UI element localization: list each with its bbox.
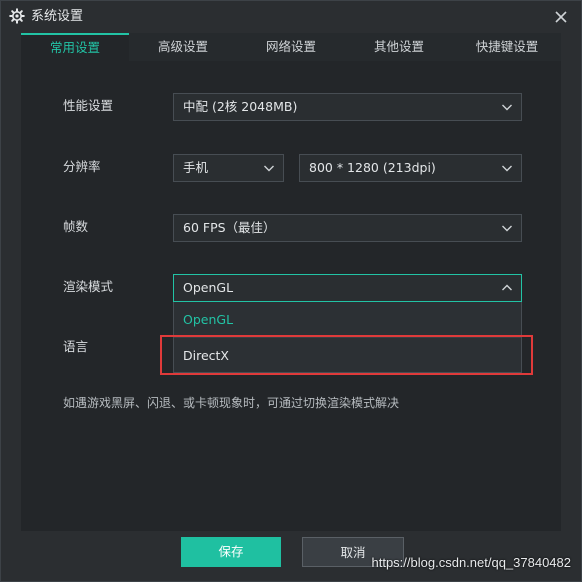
chevron-down-icon xyxy=(502,225,512,232)
tab-other[interactable]: 其他设置 xyxy=(345,33,453,61)
dropdown-option-directx[interactable]: DirectX xyxy=(174,337,521,372)
chevron-down-icon xyxy=(502,104,512,111)
chevron-down-icon xyxy=(264,165,274,172)
window-title: 系统设置 xyxy=(31,9,84,24)
dropdown-option-opengl[interactable]: OpenGL xyxy=(174,302,521,337)
render-mode-dropdown: OpenGL DirectX xyxy=(173,302,522,373)
resolution-label: 分辨率 xyxy=(63,159,101,174)
title-bar: 系统设置 xyxy=(1,1,581,33)
close-icon[interactable] xyxy=(551,7,571,27)
settings-tabs: 常用设置 高级设置 网络设置 其他设置 快捷键设置 xyxy=(21,33,561,61)
resolution-select[interactable]: 800 * 1280 (213dpi) xyxy=(299,154,522,182)
render-mode-value: OpenGL xyxy=(183,280,234,295)
fps-value: 60 FPS（最佳） xyxy=(183,220,276,235)
save-button[interactable]: 保存 xyxy=(181,537,281,567)
device-type-value: 手机 xyxy=(183,160,209,175)
chevron-down-icon xyxy=(502,165,512,172)
performance-value: 中配 (2核 2048MB) xyxy=(183,99,298,114)
tab-shortcuts[interactable]: 快捷键设置 xyxy=(453,33,561,61)
fps-label: 帧数 xyxy=(63,219,89,234)
chevron-up-icon xyxy=(502,284,512,291)
fps-select[interactable]: 60 FPS（最佳） xyxy=(173,214,522,242)
gear-icon xyxy=(9,8,25,24)
watermark-text: https://blog.csdn.net/qq_37840482 xyxy=(371,555,572,570)
resolution-value: 800 * 1280 (213dpi) xyxy=(309,160,436,175)
language-label: 语言 xyxy=(63,339,89,354)
render-mode-select[interactable]: OpenGL xyxy=(173,274,522,302)
tab-network[interactable]: 网络设置 xyxy=(237,33,345,61)
tab-advanced[interactable]: 高级设置 xyxy=(129,33,237,61)
tab-general[interactable]: 常用设置 xyxy=(21,33,129,61)
settings-window: 系统设置 常用设置 高级设置 网络设置 其他设置 快捷键设置 性能设置 中配 (… xyxy=(0,0,582,582)
render-mode-hint: 如遇游戏黑屏、闪退、或卡顿现象时，可通过切换渲染模式解决 xyxy=(63,396,400,410)
performance-label: 性能设置 xyxy=(63,98,114,113)
performance-select[interactable]: 中配 (2核 2048MB) xyxy=(173,93,522,121)
device-type-select[interactable]: 手机 xyxy=(173,154,284,182)
render-mode-label: 渲染模式 xyxy=(63,279,114,294)
